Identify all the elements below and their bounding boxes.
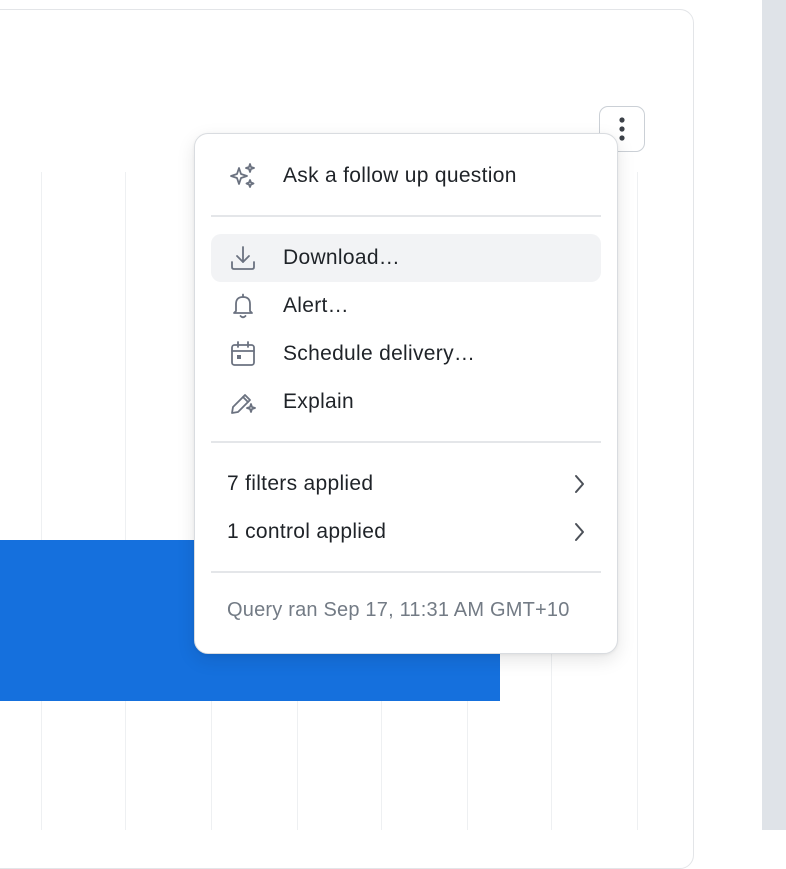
kebab-icon — [619, 117, 625, 141]
gridline — [125, 172, 126, 830]
chevron-right-icon — [571, 473, 587, 495]
alert-label: Alert… — [283, 294, 349, 317]
download-icon — [227, 242, 259, 274]
schedule-delivery-label: Schedule delivery… — [283, 342, 476, 365]
context-menu: Ask a follow up question Download… Alert… — [194, 133, 618, 654]
pencil-sparkle-icon — [227, 386, 259, 418]
filters-applied-label: 7 filters applied — [227, 472, 374, 495]
bell-icon — [227, 290, 259, 322]
calendar-icon — [227, 338, 259, 370]
chevron-right-icon — [571, 521, 587, 543]
explain-label: Explain — [283, 390, 354, 413]
query-timestamp: Query ran Sep 17, 11:31 AM GMT+10 — [227, 599, 570, 621]
menu-divider — [211, 215, 601, 217]
scrollbar-track[interactable] — [762, 0, 786, 830]
ask-follow-up-item[interactable]: Ask a follow up question — [211, 152, 601, 200]
ask-follow-up-label: Ask a follow up question — [283, 164, 517, 187]
download-label: Download… — [283, 246, 401, 269]
menu-divider — [211, 571, 601, 573]
controls-applied-item[interactable]: 1 control applied — [211, 508, 601, 556]
gridline — [637, 172, 638, 830]
schedule-delivery-item[interactable]: Schedule delivery… — [211, 330, 601, 378]
filters-applied-item[interactable]: 7 filters applied — [211, 460, 601, 508]
gridline — [41, 172, 42, 830]
menu-divider — [211, 441, 601, 443]
explain-item[interactable]: Explain — [211, 378, 601, 426]
sparkles-icon — [227, 160, 259, 192]
download-item[interactable]: Download… — [211, 234, 601, 282]
alert-item[interactable]: Alert… — [211, 282, 601, 330]
controls-applied-label: 1 control applied — [227, 520, 387, 543]
